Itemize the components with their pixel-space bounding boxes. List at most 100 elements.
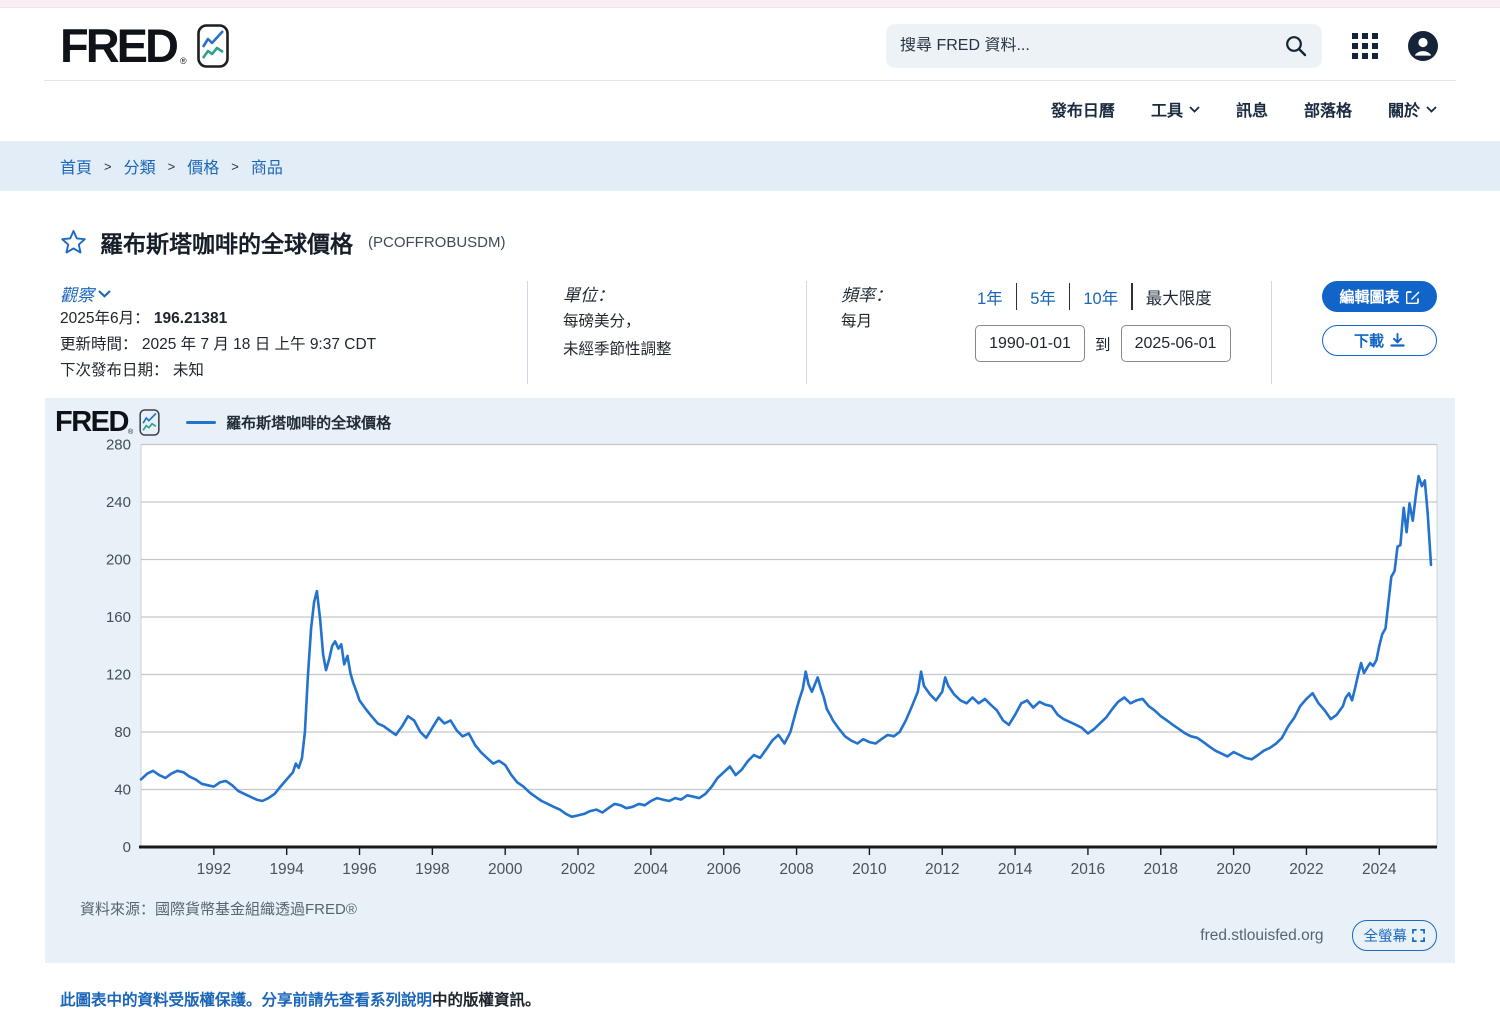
frequency-label: 頻率： — [841, 286, 892, 305]
search-icon[interactable] — [1284, 34, 1308, 58]
units-block: 單位： 每磅美分， 未經季節性調整 — [528, 281, 806, 384]
legend-line-swatch — [186, 421, 216, 424]
range-max[interactable]: 最大限度 — [1133, 285, 1225, 309]
svg-text:2004: 2004 — [634, 861, 669, 878]
page-title: 羅布斯塔咖啡的全球價格 — [100, 225, 353, 259]
nav-news[interactable]: 訊息 — [1236, 97, 1268, 121]
nav-tools[interactable]: 工具 — [1151, 97, 1200, 121]
svg-text:280: 280 — [106, 437, 131, 454]
start-date-input[interactable] — [975, 325, 1085, 362]
registered-mark: ® — [180, 56, 187, 66]
svg-text:2012: 2012 — [925, 861, 959, 878]
svg-text:80: 80 — [114, 724, 131, 741]
breadcrumb-separator: > — [104, 159, 112, 174]
chevron-down-icon — [1426, 106, 1437, 113]
breadcrumb-home[interactable]: 首頁 — [60, 154, 92, 178]
series-id: (PCOFFROBUSDM) — [368, 234, 506, 251]
units-value-line1: 每磅美分， — [563, 309, 806, 334]
date-inputs: 到 — [975, 325, 1271, 362]
copyright-notice: 此圖表中的資料受版權保護。分享前請先查看系列說明中的版權資訊。 — [60, 988, 1440, 1010]
svg-text:2002: 2002 — [561, 861, 595, 878]
nav-blog[interactable]: 部落格 — [1304, 97, 1352, 121]
chart-actions: 編輯圖表 下載 — [1272, 281, 1437, 384]
svg-text:240: 240 — [106, 494, 131, 511]
nav-about[interactable]: 關於 — [1388, 97, 1437, 121]
units-label: 單位： — [563, 286, 614, 305]
chart-footer: fred.stlouisfed.org 全螢幕 — [1200, 920, 1437, 951]
frequency-value: 每月 — [841, 309, 923, 334]
nav-release-calendar[interactable]: 發布日曆 — [1051, 97, 1115, 121]
account-icon[interactable] — [1408, 31, 1438, 61]
header-icons — [1352, 31, 1438, 61]
fred-chart-logo-icon — [139, 409, 160, 436]
svg-text:2020: 2020 — [1216, 861, 1251, 878]
svg-text:1996: 1996 — [342, 861, 376, 878]
registered-mark: ® — [128, 429, 133, 436]
observation-value: 196.21381 — [154, 310, 227, 327]
range-10y[interactable]: 10年 — [1070, 285, 1131, 309]
next-release-line: 下次發布日期： 未知 — [60, 358, 527, 384]
fred-logo-text: FRED — [60, 24, 176, 67]
to-label: 到 — [1095, 333, 1111, 355]
apps-grid-icon[interactable] — [1352, 33, 1378, 59]
top-strip — [0, 0, 1500, 8]
observations-toggle[interactable]: 觀察 — [60, 281, 111, 306]
observation-block: 觀察 2025年6月： 196.21381 更新時間： 2025 年 7 月 1… — [60, 281, 527, 384]
chart-legend: 羅布斯塔咖啡的全球價格 — [186, 412, 391, 433]
range-options: 1年 5年 10年 最大限度 — [975, 283, 1271, 310]
search-box[interactable] — [886, 24, 1322, 68]
svg-text:40: 40 — [114, 782, 131, 799]
breadcrumb-commodities[interactable]: 商品 — [251, 154, 283, 178]
svg-text:120: 120 — [106, 667, 131, 684]
chart-source: 資料來源：國際貨幣基金組織透過FRED® — [80, 898, 357, 919]
units-value-line2: 未經季節性調整 — [563, 337, 806, 362]
breadcrumb-prices[interactable]: 價格 — [187, 154, 219, 178]
breadcrumb-categories[interactable]: 分類 — [124, 154, 156, 178]
copyright-link[interactable]: 此圖表中的資料受版權保護。分享前請先查看系列說明 — [60, 992, 432, 1009]
fullscreen-button[interactable]: 全螢幕 — [1352, 920, 1438, 951]
meta-panel: 觀察 2025年6月： 196.21381 更新時間： 2025 年 7 月 1… — [0, 259, 1500, 384]
chevron-down-icon — [98, 290, 111, 298]
range-1y[interactable]: 1年 — [975, 285, 1016, 309]
fred-logo[interactable]: FRED ® — [60, 24, 229, 68]
svg-text:1998: 1998 — [415, 861, 449, 878]
edit-icon — [1406, 290, 1420, 304]
fred-chart-logo-icon — [197, 24, 229, 68]
fred-series-page: FRED ® 發布日曆 工具 訊息 部落格 關於 — [0, 0, 1500, 1028]
svg-text:2006: 2006 — [706, 861, 740, 878]
end-date-input[interactable] — [1121, 325, 1231, 362]
star-icon[interactable] — [60, 229, 87, 255]
edit-graph-button[interactable]: 編輯圖表 — [1322, 281, 1437, 312]
fullscreen-icon — [1412, 929, 1425, 942]
breadcrumb: 首頁 > 分類 > 價格 > 商品 — [0, 141, 1500, 191]
breadcrumb-separator: > — [231, 159, 239, 174]
updated-line: 更新時間： 2025 年 7 月 18 日 上午 9:37 CDT — [60, 332, 527, 358]
svg-text:2014: 2014 — [998, 861, 1033, 878]
download-button[interactable]: 下載 — [1322, 325, 1437, 356]
price-line-chart[interactable]: 0408012016020024028019921994199619982000… — [45, 436, 1455, 886]
range-5y[interactable]: 5年 — [1017, 285, 1069, 309]
svg-text:2018: 2018 — [1144, 861, 1178, 878]
copyright-text: 中的版權資訊。 — [432, 992, 541, 1009]
frequency-block: 頻率： 每月 — [807, 281, 923, 384]
main-nav: 發布日曆 工具 訊息 部落格 關於 — [0, 81, 1500, 141]
chart-header: FRED ® 羅布斯塔咖啡的全球價格 — [55, 408, 391, 437]
title-row: 羅布斯塔咖啡的全球價格 (PCOFFROBUSDM) — [0, 191, 1500, 259]
chevron-down-icon — [1189, 106, 1200, 113]
legend-label: 羅布斯塔咖啡的全球價格 — [226, 412, 391, 433]
svg-text:2016: 2016 — [1071, 861, 1105, 878]
latest-observation: 2025年6月： 196.21381 — [60, 306, 527, 332]
svg-text:2000: 2000 — [488, 861, 523, 878]
date-range-block: 1年 5年 10年 最大限度 到 — [923, 281, 1271, 384]
svg-text:200: 200 — [106, 552, 131, 569]
chart-fred-watermark: FRED — [55, 408, 128, 437]
svg-text:2022: 2022 — [1289, 861, 1323, 878]
breadcrumb-separator: > — [168, 159, 176, 174]
svg-text:1992: 1992 — [197, 861, 231, 878]
svg-text:2024: 2024 — [1362, 861, 1397, 878]
svg-text:1994: 1994 — [269, 861, 304, 878]
svg-text:2008: 2008 — [779, 861, 813, 878]
search-input[interactable] — [900, 37, 1284, 55]
svg-text:160: 160 — [106, 609, 131, 626]
download-icon — [1390, 333, 1405, 348]
